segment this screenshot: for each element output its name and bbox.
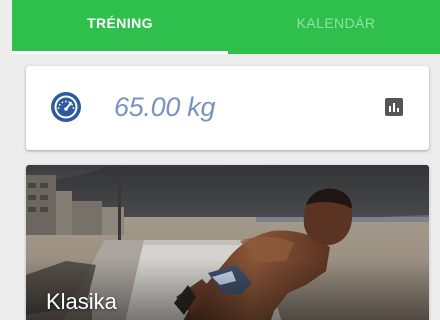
workout-title: Klasika <box>46 289 117 314</box>
bar-chart-icon[interactable] <box>384 97 404 117</box>
app-screen: TRÉNING KALENDÁR 65.00 kg Klasika <box>0 0 440 320</box>
tab-kalendar[interactable]: KALENDÁR <box>228 0 440 54</box>
tab-bar: TRÉNING KALENDÁR <box>12 0 440 54</box>
workout-card[interactable]: Klasika <box>26 165 429 320</box>
tab-trening[interactable]: TRÉNING <box>12 0 228 54</box>
weight-value: 65.00 kg <box>114 92 216 122</box>
tab-active-indicator <box>12 51 228 54</box>
speedometer-icon <box>51 92 81 122</box>
tab-kalendar-label: KALENDÁR <box>296 15 376 31</box>
tab-trening-label: TRÉNING <box>87 15 153 31</box>
weight-card[interactable]: 65.00 kg <box>26 66 429 150</box>
